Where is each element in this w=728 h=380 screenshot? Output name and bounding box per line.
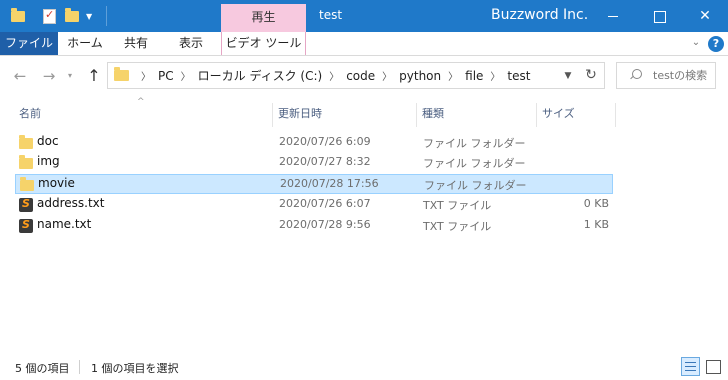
file-name: address.txt <box>37 196 105 210</box>
file-row[interactable]: doc 2020/07/26 6:09 ファイル フォルダー <box>15 133 613 153</box>
ribbon-tab-bar: ファイル ホーム 共有 表示 ビデオ ツール ⌄ ? <box>0 32 728 56</box>
breadcrumb-item-file[interactable]: file <box>465 69 483 83</box>
brand-label: Buzzword Inc. <box>491 7 589 23</box>
file-type: ファイル フォルダー <box>423 157 526 170</box>
file-row[interactable]: img 2020/07/27 8:32 ファイル フォルダー <box>15 153 613 173</box>
file-name: img <box>37 154 60 168</box>
file-date-modified: 2020/07/26 6:07 <box>279 197 371 210</box>
tab-share[interactable]: 共有 <box>116 32 156 55</box>
expand-ribbon-chevron-icon[interactable]: ⌄ <box>689 36 703 50</box>
file-date-modified: 2020/07/27 8:32 <box>279 155 371 168</box>
chevron-right-icon[interactable]: 〉 <box>181 68 191 83</box>
quick-access-divider <box>106 6 107 26</box>
address-history-chevron-icon[interactable]: ▼ <box>560 65 576 87</box>
file-size: 1 KB <box>583 218 609 231</box>
context-tab-group-play: 再生 <box>221 4 306 32</box>
tab-home[interactable]: ホーム <box>62 32 108 55</box>
title-bar: ▼ 再生 test Buzzword Inc. ✕ <box>0 0 728 32</box>
minimize-button[interactable] <box>590 0 636 32</box>
recent-locations-button[interactable]: ▾ <box>68 67 72 85</box>
file-row[interactable]: name.txt 2020/07/28 9:56 TXT ファイル 1 KB <box>15 216 613 236</box>
help-icon[interactable]: ? <box>708 36 724 52</box>
file-row-selected[interactable]: movie 2020/07/28 17:56 ファイル フォルダー <box>15 174 613 194</box>
new-folder-icon[interactable] <box>65 6 79 26</box>
status-selected-count: 1 個の項目を選択 <box>91 362 179 375</box>
file-name: doc <box>37 134 59 148</box>
sublime-text-icon <box>19 197 33 212</box>
forward-button[interactable]: → <box>38 65 60 87</box>
file-type: TXT ファイル <box>423 220 492 233</box>
sublime-text-icon <box>19 218 33 233</box>
folder-icon <box>19 155 33 169</box>
column-header-type[interactable]: 種類 <box>417 103 537 127</box>
chevron-right-icon[interactable]: 〉 <box>448 68 458 83</box>
chevron-right-icon[interactable]: 〉 <box>329 68 339 83</box>
folder-icon <box>114 67 129 81</box>
back-button[interactable]: ← <box>9 65 31 87</box>
breadcrumb-item-local-disk[interactable]: ローカル ディスク (C:) <box>198 67 323 84</box>
customize-quick-access-button[interactable]: ▼ <box>86 6 92 26</box>
breadcrumb-item-python[interactable]: python <box>399 69 441 83</box>
folder-icon <box>11 6 25 26</box>
search-placeholder: testの検索 <box>653 69 708 82</box>
status-divider <box>79 360 80 374</box>
breadcrumb: 〉 PC 〉 ローカル ディスク (C:) 〉 code 〉 python 〉 … <box>134 63 530 88</box>
folder-icon <box>19 135 33 149</box>
folder-icon <box>20 177 34 191</box>
refresh-button[interactable]: ↻ <box>578 62 605 89</box>
file-date-modified: 2020/07/28 9:56 <box>279 218 371 231</box>
file-type: ファイル フォルダー <box>424 179 527 192</box>
file-size: 0 KB <box>583 197 609 210</box>
chevron-right-icon[interactable]: 〉 <box>490 68 500 83</box>
breadcrumb-item-pc[interactable]: PC <box>158 69 174 83</box>
column-header-date-modified[interactable]: 更新日時 <box>273 103 417 127</box>
properties-icon[interactable] <box>43 6 56 26</box>
large-icons-view-icon[interactable] <box>703 357 722 376</box>
window-title: test <box>319 8 343 22</box>
breadcrumb-item-test[interactable]: test <box>507 69 530 83</box>
file-name: movie <box>38 176 75 190</box>
search-icon <box>631 68 643 80</box>
file-date-modified: 2020/07/28 17:56 <box>280 177 379 190</box>
file-date-modified: 2020/07/26 6:09 <box>279 135 371 148</box>
file-type: TXT ファイル <box>423 199 492 212</box>
file-row[interactable]: address.txt 2020/07/26 6:07 TXT ファイル 0 K… <box>15 195 613 215</box>
up-button[interactable]: ↑ <box>84 65 104 87</box>
status-item-count: 5 個の項目 <box>15 362 70 375</box>
details-view-icon[interactable] <box>681 357 700 376</box>
maximize-button[interactable] <box>636 0 682 32</box>
breadcrumb-item-code[interactable]: code <box>346 69 375 83</box>
close-button[interactable]: ✕ <box>682 0 728 32</box>
tab-file[interactable]: ファイル <box>0 32 58 55</box>
chevron-right-icon[interactable]: 〉 <box>141 68 151 83</box>
address-bar[interactable]: 〉 PC 〉 ローカル ディスク (C:) 〉 code 〉 python 〉 … <box>107 62 605 89</box>
tab-view[interactable]: 表示 <box>170 32 212 55</box>
file-type: ファイル フォルダー <box>423 137 526 150</box>
chevron-right-icon[interactable]: 〉 <box>382 68 392 83</box>
column-header-name[interactable]: 名前 <box>14 103 273 127</box>
tab-video-tools[interactable]: ビデオ ツール <box>221 32 306 55</box>
column-header-size[interactable]: サイズ <box>537 103 616 127</box>
file-name: name.txt <box>37 217 92 231</box>
